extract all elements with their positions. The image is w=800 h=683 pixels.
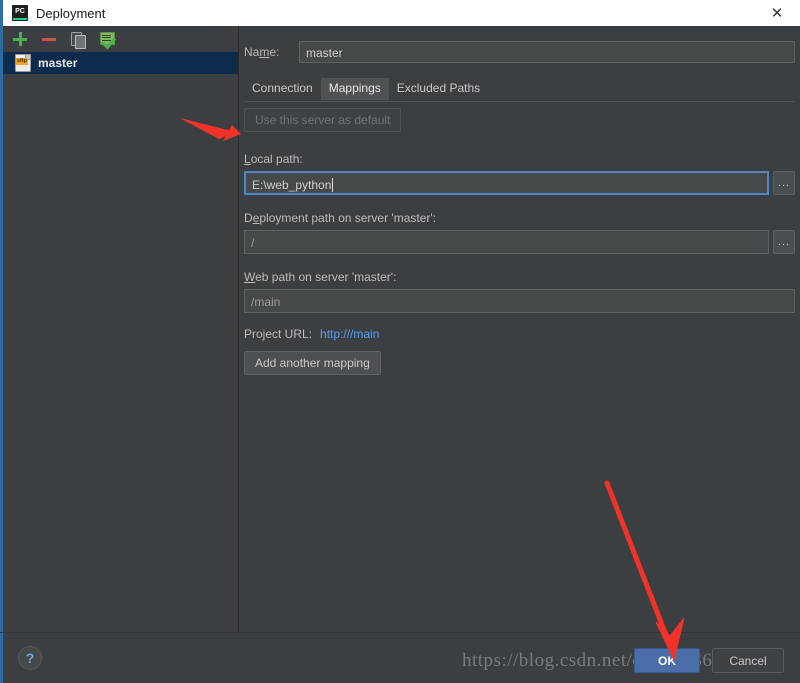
title-bar-accent: [0, 0, 3, 26]
server-settings-pane: Name: master Connection Mappings Exclude…: [239, 26, 800, 632]
local-path-browse-button[interactable]: ...: [773, 171, 795, 195]
project-url-row: Project URL: http:///main: [244, 327, 795, 341]
close-icon[interactable]: ✕: [754, 0, 800, 26]
web-path-label: Web path on server 'master':: [244, 270, 795, 284]
help-icon[interactable]: ?: [18, 646, 42, 670]
cancel-button[interactable]: Cancel: [712, 648, 784, 673]
deployment-path-input[interactable]: /: [244, 230, 769, 254]
name-label: Name:: [244, 45, 299, 59]
servers-sidebar: sftp master: [3, 26, 239, 632]
local-path-value: E:\web_python: [252, 178, 331, 192]
deployment-path-label: Deployment path on server 'master':: [244, 211, 795, 225]
deployment-path-row: / ...: [244, 230, 795, 254]
pycharm-icon: PC: [12, 5, 28, 21]
sidebar-item-master[interactable]: sftp master: [3, 52, 238, 74]
copy-icon[interactable]: [69, 30, 87, 48]
local-path-input[interactable]: E:\web_python: [244, 171, 769, 195]
deployment-dialog: PC Deployment ✕: [0, 0, 800, 683]
sidebar-item-label: master: [38, 56, 77, 70]
tab-mappings[interactable]: Mappings: [321, 78, 389, 100]
plus-icon[interactable]: [11, 30, 29, 48]
check-list-icon[interactable]: [98, 30, 116, 48]
add-another-mapping-button[interactable]: Add another mapping: [244, 351, 381, 375]
window-title: Deployment: [36, 6, 105, 21]
project-url-link[interactable]: http:///main: [320, 327, 379, 341]
tab-connection[interactable]: Connection: [244, 78, 321, 100]
settings-tabs: Connection Mappings Excluded Paths: [244, 78, 795, 100]
ok-button[interactable]: OK: [634, 648, 700, 673]
mappings-content: Use this server as default Local path: E…: [244, 108, 795, 375]
tab-underline: [244, 101, 795, 102]
local-path-label: Local path:: [244, 152, 795, 166]
server-list: sftp master: [3, 52, 238, 632]
deployment-path-browse-button[interactable]: ...: [773, 230, 795, 254]
minus-icon[interactable]: [40, 30, 58, 48]
footer-accent-bar: [0, 633, 3, 683]
dialog-body: sftp master Name: master Connection Mapp…: [0, 26, 800, 632]
name-input[interactable]: master: [299, 41, 795, 63]
local-path-row: E:\web_python ...: [244, 171, 795, 195]
sidebar-toolbar: [3, 26, 238, 52]
use-server-as-default-button[interactable]: Use this server as default: [244, 108, 401, 132]
sftp-file-icon: sftp: [15, 54, 31, 72]
name-row: Name: master: [244, 40, 795, 64]
project-url-label: Project URL:: [244, 327, 312, 341]
web-path-row: /main: [244, 289, 795, 313]
title-bar: PC Deployment ✕: [0, 0, 800, 27]
web-path-input[interactable]: /main: [244, 289, 795, 313]
tab-excluded-paths[interactable]: Excluded Paths: [389, 78, 488, 100]
